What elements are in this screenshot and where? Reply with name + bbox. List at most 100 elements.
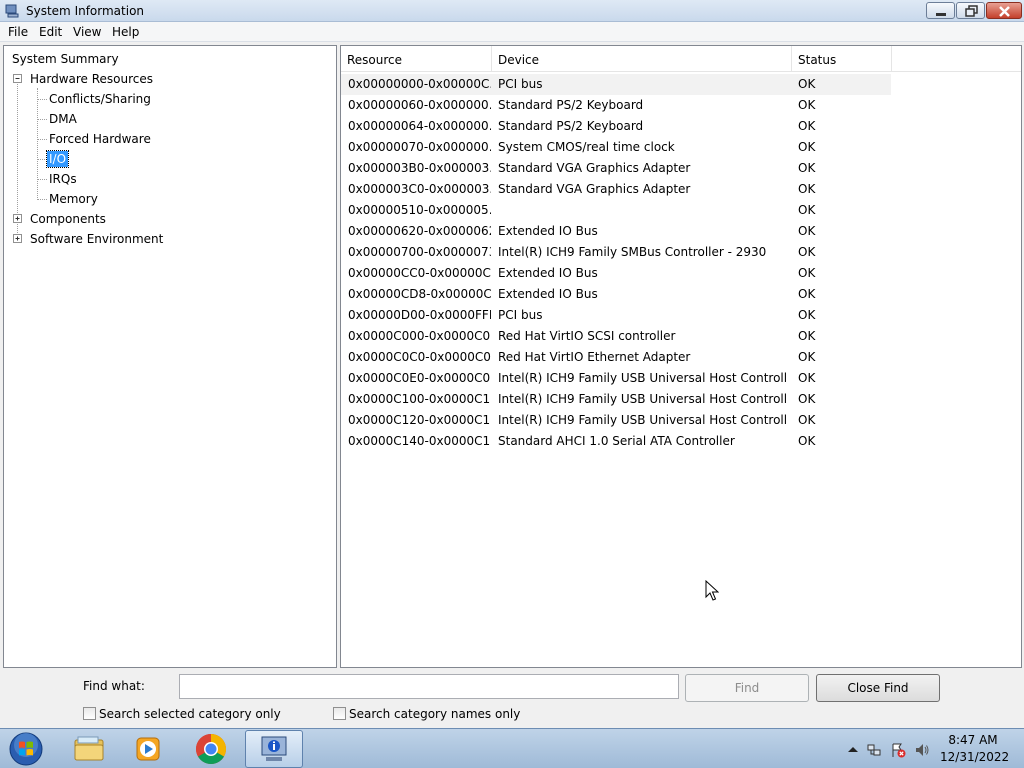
table-row[interactable]: 0x00000064-0x000000... Standard PS/2 Keyb…	[341, 116, 1021, 137]
tree-item-memory[interactable]: Memory	[47, 192, 100, 206]
window-title: System Information	[26, 4, 145, 18]
cell-status: OK	[798, 350, 816, 364]
cell-resource: 0x00000620-0x0000062F	[348, 224, 491, 238]
table-row[interactable]: 0x00000070-0x000000... System CMOS/real t…	[341, 137, 1021, 158]
menu-view[interactable]: View	[73, 25, 101, 39]
table-row[interactable]: 0x0000C0E0-0x0000C0... Intel(R) ICH9 Fami…	[341, 368, 1021, 389]
cell-status: OK	[798, 203, 816, 217]
tree-item-components[interactable]: Components	[28, 212, 108, 226]
table-row[interactable]: 0x000003C0-0x000003... Standard VGA Graph…	[341, 179, 1021, 200]
column-device[interactable]: Device	[492, 46, 792, 72]
minus-icon	[15, 78, 20, 79]
start-button[interactable]	[6, 730, 46, 768]
search-category-names-checkbox[interactable]	[333, 707, 346, 720]
find-button[interactable]: Find	[685, 674, 809, 702]
cell-device: Standard VGA Graphics Adapter	[498, 161, 691, 175]
show-hidden-icons[interactable]	[845, 742, 861, 758]
list-rows: 0x00000000-0x00000C... PCI bus OK 0x0000006…	[341, 74, 1021, 452]
title-bar[interactable]: System Information	[0, 0, 1024, 22]
find-what-input[interactable]	[179, 674, 679, 699]
close-window-button[interactable]	[986, 2, 1022, 19]
table-row[interactable]: 0x00000060-0x000000... Standard PS/2 Keyb…	[341, 95, 1021, 116]
cell-resource: 0x000003C0-0x000003...	[348, 182, 491, 196]
menu-edit[interactable]: Edit	[39, 25, 62, 39]
cell-resource: 0x0000C140-0x0000C1...	[348, 434, 491, 448]
table-row[interactable]: 0x00000CD8-0x00000C... Extended IO Bus OK	[341, 284, 1021, 305]
cell-device: Intel(R) ICH9 Family USB Universal Host …	[498, 371, 788, 385]
tree-item-dma[interactable]: DMA	[47, 112, 79, 126]
collapse-hardware-toggle[interactable]	[13, 74, 22, 83]
cell-device: PCI bus	[498, 308, 543, 322]
clock-date[interactable]: 12/31/2022	[940, 750, 1009, 764]
column-status[interactable]: Status	[792, 46, 892, 72]
cell-device: Intel(R) ICH9 Family USB Universal Host …	[498, 413, 788, 427]
volume-icon[interactable]	[914, 742, 930, 758]
cell-resource: 0x00000CD8-0x00000C...	[348, 287, 491, 301]
tree-item-software-environment[interactable]: Software Environment	[28, 232, 165, 246]
cell-status: OK	[798, 161, 816, 175]
taskbar-chrome[interactable]	[182, 730, 240, 768]
tree-item-hardware-resources[interactable]: Hardware Resources	[28, 72, 155, 86]
search-selected-category-checkbox[interactable]	[83, 707, 96, 720]
cell-resource: 0x0000C0C0-0x0000C0...	[348, 350, 491, 364]
cell-status: OK	[798, 245, 816, 259]
tree-line	[37, 199, 47, 200]
media-player-icon	[136, 737, 160, 761]
minimize-button[interactable]	[926, 2, 955, 19]
tree-item-io[interactable]: I/O	[45, 150, 70, 168]
table-row[interactable]: 0x000003B0-0x000003... Standard VGA Graph…	[341, 158, 1021, 179]
cell-resource: 0x000003B0-0x000003...	[348, 161, 491, 175]
close-find-button[interactable]: Close Find	[816, 674, 940, 702]
table-row[interactable]: 0x0000C000-0x0000C0... Red Hat VirtIO SCS…	[341, 326, 1021, 347]
taskbar-explorer[interactable]	[60, 730, 118, 768]
table-row[interactable]: 0x00000CC0-0x00000C... Extended IO Bus OK	[341, 263, 1021, 284]
explorer-icon	[74, 736, 104, 761]
cell-status: OK	[798, 392, 816, 406]
restore-button[interactable]	[956, 2, 985, 19]
network-icon[interactable]	[866, 742, 882, 758]
restore-icon	[965, 5, 978, 17]
table-row[interactable]: 0x0000C140-0x0000C1... Standard AHCI 1.0 …	[341, 431, 1021, 452]
cell-resource: 0x00000D00-0x0000FFFF	[348, 308, 491, 322]
tree-item-conflicts-sharing[interactable]: Conflicts/Sharing	[47, 92, 153, 106]
cell-status: OK	[798, 266, 816, 280]
clock-time[interactable]: 8:47 AM	[940, 733, 1006, 747]
cell-status: OK	[798, 77, 816, 91]
tree-item-system-summary[interactable]: System Summary	[10, 52, 121, 66]
cell-resource: 0x0000C0E0-0x0000C0...	[348, 371, 491, 385]
table-row[interactable]: 0x00000620-0x0000062F Extended IO Bus OK	[341, 221, 1021, 242]
cell-device: Standard PS/2 Keyboard	[498, 98, 644, 112]
cell-device: System CMOS/real time clock	[498, 140, 675, 154]
taskbar-system-information[interactable]	[245, 730, 303, 768]
menu-file[interactable]: File	[8, 25, 28, 39]
cell-status: OK	[798, 287, 816, 301]
details-list[interactable]: Resource Device Status 0x00000000-0x0000…	[340, 45, 1022, 668]
cell-device: Red Hat VirtIO Ethernet Adapter	[498, 350, 691, 364]
tree-item-irqs[interactable]: IRQs	[47, 172, 79, 186]
table-row[interactable]: 0x00000700-0x0000073F Intel(R) ICH9 Famil…	[341, 242, 1021, 263]
table-row[interactable]: 0x00000D00-0x0000FFFF PCI bus OK	[341, 305, 1021, 326]
expand-software-toggle[interactable]	[13, 234, 22, 243]
cell-resource: 0x00000064-0x000000...	[348, 119, 491, 133]
tree-item-forced-hardware[interactable]: Forced Hardware	[47, 132, 153, 146]
tree-line	[37, 119, 47, 120]
table-row[interactable]: 0x00000510-0x000005... OK	[341, 200, 1021, 221]
table-row[interactable]: 0x0000C0C0-0x0000C0... Red Hat VirtIO Eth…	[341, 347, 1021, 368]
tree-line	[37, 179, 47, 180]
cell-status: OK	[798, 308, 816, 322]
category-tree[interactable]: System Summary Hardware Resources Confli…	[3, 45, 337, 668]
table-row[interactable]: 0x0000C100-0x0000C1... Intel(R) ICH9 Fami…	[341, 389, 1021, 410]
cell-device: Intel(R) ICH9 Family SMBus Controller - …	[498, 245, 767, 259]
cell-status: OK	[798, 182, 816, 196]
table-row[interactable]: 0x0000C120-0x0000C1... Intel(R) ICH9 Fami…	[341, 410, 1021, 431]
cell-status: OK	[798, 119, 816, 133]
expand-components-toggle[interactable]	[13, 214, 22, 223]
cell-device: PCI bus	[498, 77, 543, 91]
tree-line	[37, 88, 38, 200]
menu-help[interactable]: Help	[112, 25, 139, 39]
action-center-icon[interactable]	[890, 742, 906, 758]
table-row[interactable]: 0x00000000-0x00000C... PCI bus OK	[341, 74, 891, 95]
taskbar-media-player[interactable]	[120, 730, 178, 768]
column-resource[interactable]: Resource	[341, 46, 492, 72]
cell-resource: 0x00000CC0-0x00000C...	[348, 266, 491, 280]
